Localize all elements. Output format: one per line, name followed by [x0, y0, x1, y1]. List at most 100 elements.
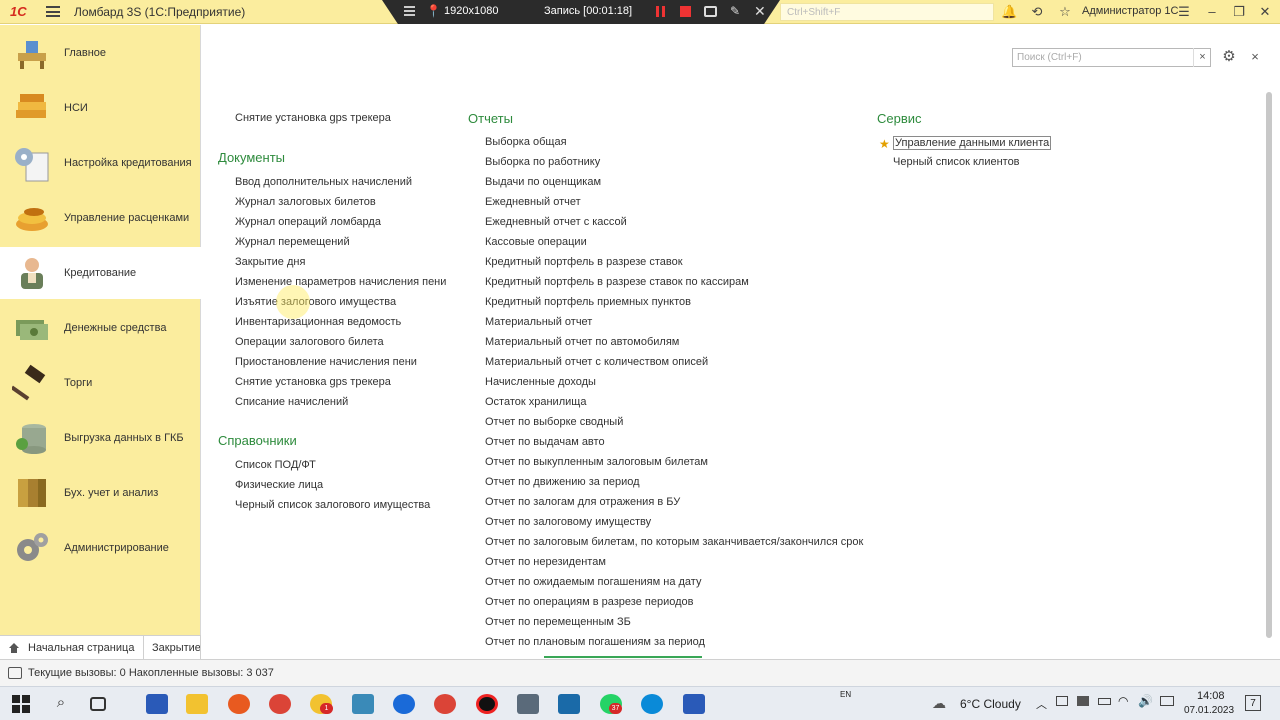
- command-link[interactable]: Физические лица: [235, 479, 323, 491]
- pin-icon[interactable]: 📍: [426, 4, 441, 18]
- command-link[interactable]: Приостановление начисления пени: [235, 356, 417, 368]
- file-explorer-icon[interactable]: [186, 694, 208, 714]
- section-credit-settings[interactable]: Настройка кредитования: [0, 137, 201, 189]
- command-link[interactable]: Журнал перемещений: [235, 236, 350, 248]
- search-input[interactable]: Поиск (Ctrl+F): [1012, 48, 1211, 67]
- command-link[interactable]: Журнал залоговых билетов: [235, 196, 376, 208]
- chrome-icon-2[interactable]: [434, 694, 456, 714]
- command-link[interactable]: Отчет по залогам для отражения в БУ: [485, 496, 680, 508]
- pen-icon[interactable]: ✎: [730, 4, 740, 18]
- close-icon[interactable]: ✕: [754, 3, 766, 20]
- battery-icon[interactable]: [1098, 698, 1111, 705]
- tray-app-icon[interactable]: [1056, 696, 1068, 706]
- clock-time[interactable]: 14:08: [1197, 690, 1225, 702]
- command-link[interactable]: Списание начислений: [235, 396, 348, 408]
- bell-icon[interactable]: 🔔: [1001, 4, 1017, 20]
- current-user[interactable]: Администратор 1С: [1082, 5, 1178, 17]
- section-nsi[interactable]: НСИ: [0, 82, 201, 134]
- volume-icon[interactable]: 🔊: [1138, 694, 1153, 708]
- pause-icon[interactable]: [656, 6, 665, 17]
- command-link[interactable]: Снятие установка gps трекера: [235, 112, 391, 124]
- command-link[interactable]: Кредитный портфель в разрезе ставок по к…: [485, 276, 749, 288]
- favorite-star-icon[interactable]: ★: [879, 137, 890, 151]
- command-link[interactable]: Отчет по залоговому имуществу: [485, 516, 651, 528]
- command-link[interactable]: Операции залогового билета: [235, 336, 384, 348]
- settings-menu-icon[interactable]: ☰: [1176, 4, 1192, 20]
- section-crediting[interactable]: Кредитование: [0, 247, 201, 299]
- command-link[interactable]: Управление данными клиента: [893, 136, 1052, 150]
- section-cash[interactable]: Денежные средства: [0, 302, 201, 354]
- command-link[interactable]: Остаток хранилища: [485, 396, 586, 408]
- command-link[interactable]: Кредитный портфель в разрезе ставок: [485, 256, 683, 268]
- command-link[interactable]: Отчет по движению за период: [485, 476, 640, 488]
- command-link[interactable]: Список ПОД/ФТ: [235, 459, 316, 471]
- history-icon[interactable]: ⟲: [1029, 4, 1045, 20]
- command-link[interactable]: Кредитный портфель приемных пунктов: [485, 296, 691, 308]
- command-link[interactable]: Закрытие дня: [235, 256, 305, 268]
- command-link[interactable]: Отчет по выборке сводный: [485, 416, 623, 428]
- clock-date[interactable]: 07.01.2023: [1184, 705, 1234, 716]
- command-link[interactable]: Инвентаризационная ведомость: [235, 316, 401, 328]
- command-link[interactable]: Снятие установка gps трекера: [235, 376, 391, 388]
- command-link[interactable]: Отчет по плановым погашениям за период: [485, 636, 705, 648]
- calculator-icon[interactable]: [517, 694, 539, 714]
- word-icon[interactable]: [683, 694, 705, 714]
- command-link[interactable]: Журнал операций ломбарда: [235, 216, 381, 228]
- section-auctions[interactable]: Торги: [0, 357, 201, 409]
- section-main[interactable]: Главное: [0, 27, 201, 79]
- firefox-icon[interactable]: [228, 694, 250, 714]
- stop-icon[interactable]: [680, 6, 691, 17]
- command-link[interactable]: Материальный отчет по автомобилям: [485, 336, 679, 348]
- wifi-icon[interactable]: ◠: [1118, 694, 1128, 708]
- search-icon[interactable]: ⌕: [50, 694, 72, 714]
- minimize-icon[interactable]: –: [1204, 4, 1220, 20]
- command-link[interactable]: Изменение параметров начисления пени: [235, 276, 446, 288]
- command-link[interactable]: Отчет по перемещенным ЗБ: [485, 616, 631, 628]
- clear-search-icon[interactable]: ×: [1193, 48, 1211, 67]
- tab-closing[interactable]: Закрытие: [144, 636, 201, 660]
- command-link[interactable]: Отчет по нерезидентам: [485, 556, 606, 568]
- section-pricing[interactable]: Управление расценками: [0, 192, 201, 244]
- command-link[interactable]: Выдачи по оценщикам: [485, 176, 601, 188]
- command-link[interactable]: Материальный отчет: [485, 316, 592, 328]
- record-app-icon[interactable]: [476, 694, 498, 714]
- tray-meet-icon[interactable]: [1077, 696, 1089, 706]
- vertical-scrollbar[interactable]: [1266, 92, 1272, 638]
- tray-chevron-icon[interactable]: ︿: [1036, 696, 1047, 712]
- command-link[interactable]: Отчет по выкупленным залоговым билетам: [485, 456, 708, 468]
- tab-home-page[interactable]: Начальная страница: [0, 636, 144, 660]
- photos-icon[interactable]: [558, 694, 580, 714]
- windows-start-icon[interactable]: [10, 694, 32, 714]
- notes-app-icon[interactable]: [352, 694, 374, 714]
- weather-text[interactable]: 6°C Cloudy: [960, 697, 1021, 711]
- keyboard-icon[interactable]: [1160, 696, 1174, 706]
- command-link[interactable]: Отчет по операциям в разрезе периодов: [485, 596, 693, 608]
- star-icon[interactable]: ☆: [1057, 4, 1073, 20]
- close-icon[interactable]: ×: [1248, 50, 1262, 64]
- chrome-icon[interactable]: [269, 694, 291, 714]
- command-link[interactable]: Черный список клиентов: [893, 156, 1020, 168]
- command-link[interactable]: Выборка по работнику: [485, 156, 600, 168]
- command-link[interactable]: Кассовые операции: [485, 236, 587, 248]
- notifications-icon[interactable]: 7: [1245, 695, 1261, 711]
- command-link[interactable]: Выборка общая: [485, 136, 567, 148]
- gear-icon[interactable]: ⚙: [1221, 49, 1237, 65]
- window-close-icon[interactable]: ✕: [1257, 4, 1273, 20]
- main-menu-icon[interactable]: [46, 6, 60, 17]
- section-gkb-export[interactable]: Выгрузка данных в ГКБ: [0, 412, 201, 464]
- command-link[interactable]: Изъятие залогового имущества: [235, 296, 396, 308]
- command-link[interactable]: Начисленные доходы: [485, 376, 596, 388]
- command-link[interactable]: Черный список залогового имущества: [235, 499, 430, 511]
- recorder-menu-icon[interactable]: [404, 6, 415, 16]
- command-link[interactable]: Ежедневный отчет: [485, 196, 581, 208]
- command-link[interactable]: Ввод дополнительных начислений: [235, 176, 412, 188]
- edge-icon[interactable]: [641, 694, 663, 714]
- language-indicator[interactable]: EN: [840, 690, 851, 699]
- command-link[interactable]: Отчет по ожидаемым погашениям на дату: [485, 576, 701, 588]
- section-accounting[interactable]: Бух. учет и анализ: [0, 467, 201, 519]
- command-link[interactable]: Отчет по выдачам авто: [485, 436, 605, 448]
- command-link[interactable]: Отчет по залоговым билетам, по которым з…: [485, 536, 863, 548]
- global-search-input[interactable]: Ctrl+Shift+F: [780, 3, 994, 21]
- command-link[interactable]: Ежедневный отчет с кассой: [485, 216, 627, 228]
- task-view-icon[interactable]: [90, 697, 106, 711]
